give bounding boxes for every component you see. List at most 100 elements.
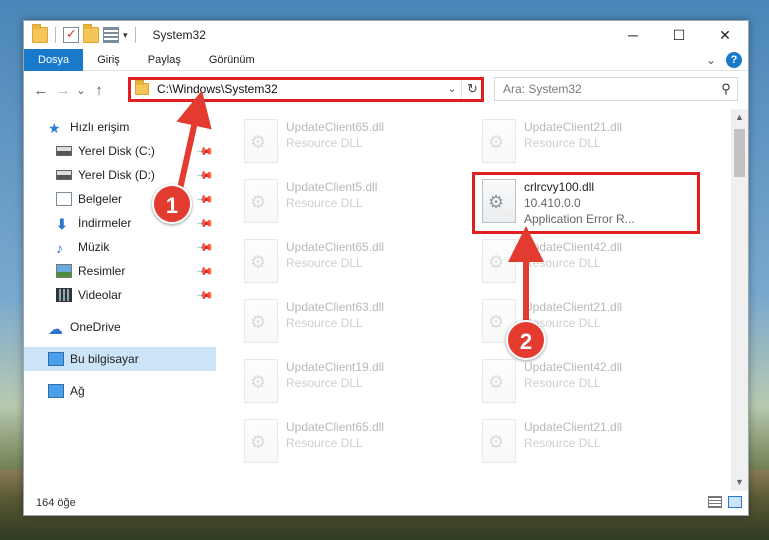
cloud-icon: ☁ <box>48 321 63 338</box>
explorer-body: ★ Hızlı erişim Yerel Disk (C:) 📌 Yerel D… <box>24 109 748 491</box>
window-controls: ─ ☐ ✕ <box>610 21 748 49</box>
search-icon[interactable]: ⚲ <box>715 81 737 97</box>
dll-file-icon <box>244 239 278 283</box>
new-folder-icon[interactable] <box>83 24 99 43</box>
file-type: Resource DLL <box>286 436 363 450</box>
details-view-icon[interactable] <box>708 496 722 508</box>
sidebar-item-label: İndirmeler <box>78 216 132 230</box>
file-type: Resource DLL <box>286 316 363 330</box>
list-item[interactable]: UpdateClient5.dll Resource DLL <box>236 175 466 227</box>
status-bar: 164 öğe <box>24 491 748 515</box>
file-type: Resource DLL <box>286 376 363 390</box>
list-item[interactable]: UpdateClient65.dll Resource DLL <box>236 115 466 167</box>
customize-toolbar-chevron-icon[interactable]: ▾ <box>123 30 128 41</box>
scroll-down-arrow-icon[interactable]: ▼ <box>731 474 748 491</box>
up-button[interactable]: ↑ <box>88 82 110 99</box>
tab-paylas[interactable]: Paylaş <box>134 49 195 71</box>
computer-icon <box>48 352 64 366</box>
address-dropdown-chevron-icon[interactable]: ⌄ <box>443 84 461 95</box>
dll-file-icon <box>244 299 278 343</box>
file-name: UpdateClient19.dll <box>286 360 385 374</box>
vertical-scrollbar[interactable]: ▲ ▼ <box>731 109 748 491</box>
pictures-icon <box>56 264 72 278</box>
tab-giris[interactable]: Giriş <box>83 49 134 71</box>
tab-dosya[interactable]: Dosya <box>24 48 84 71</box>
sidebar-item-label: Resimler <box>78 264 126 278</box>
downloads-icon: ⬇ <box>56 216 68 232</box>
folder-icon <box>32 24 48 43</box>
list-item[interactable]: UpdateClient42.dll Resource DLL <box>474 355 704 407</box>
step-1-badge: 1 <box>152 184 192 224</box>
item-count: 164 öğe <box>36 497 76 509</box>
file-name: UpdateClient42.dll <box>524 240 623 254</box>
search-placeholder[interactable]: Ara: System32 <box>503 82 715 96</box>
star-icon: ★ <box>48 120 61 136</box>
file-name: UpdateClient65.dll <box>286 120 385 134</box>
list-item[interactable]: UpdateClient63.dll Resource DLL <box>236 295 466 347</box>
sidebar-item-label: Yerel Disk (C:) <box>78 144 155 158</box>
step-2-badge: 2 <box>506 320 546 360</box>
address-path[interactable]: C:\Windows\System32 <box>157 82 443 96</box>
network-icon <box>48 384 64 398</box>
file-type: Resource DLL <box>286 196 363 210</box>
navigation-pane: ★ Hızlı erişim Yerel Disk (C:) 📌 Yerel D… <box>24 109 216 491</box>
disk-icon <box>56 170 72 180</box>
disk-icon <box>56 146 72 156</box>
dll-file-icon <box>244 419 278 463</box>
sidebar-item-disk-c[interactable]: Yerel Disk (C:) 📌 <box>24 139 216 163</box>
refresh-button[interactable]: ↻ <box>461 78 483 100</box>
selected-file-item[interactable]: crlrcvy100.dll 10.410.0.0 Application Er… <box>474 175 704 235</box>
pin-icon: 📌 <box>195 214 214 233</box>
back-button[interactable]: ← <box>30 82 52 99</box>
sidebar-item-music[interactable]: ♪ Müzik 📌 <box>24 235 216 259</box>
expand-ribbon-chevron-icon[interactable]: ⌄ <box>706 53 716 67</box>
window-title: System32 <box>152 28 206 42</box>
file-name: UpdateClient42.dll <box>524 360 623 374</box>
forward-button[interactable]: → <box>52 82 74 99</box>
sidebar-item-videos[interactable]: Videolar 📌 <box>24 283 216 307</box>
large-icons-view-icon[interactable] <box>728 496 742 508</box>
list-item[interactable]: UpdateClient21.dll Resource DLL <box>474 115 704 167</box>
close-button[interactable]: ✕ <box>702 21 748 49</box>
list-item[interactable]: UpdateClient19.dll Resource DLL <box>236 355 466 407</box>
sidebar-item-label: Yerel Disk (D:) <box>78 168 155 182</box>
search-box[interactable]: Ara: System32 ⚲ <box>494 77 738 101</box>
sidebar-item-this-pc[interactable]: Bu bilgisayar <box>24 347 216 371</box>
file-name: crlrcvy100.dll <box>524 180 595 194</box>
pin-icon: 📌 <box>195 190 214 209</box>
maximize-button[interactable]: ☐ <box>656 21 702 49</box>
dll-file-icon <box>482 359 516 403</box>
explorer-window: ▾ System32 ─ ☐ ✕ Dosya Giriş Paylaş Görü… <box>23 20 749 516</box>
tab-gorunum[interactable]: Görünüm <box>195 49 269 71</box>
file-type: Resource DLL <box>286 136 363 150</box>
list-item[interactable]: UpdateClient65.dll Resource DLL <box>236 415 466 467</box>
sidebar-item-label: OneDrive <box>70 320 121 334</box>
dll-file-icon <box>482 239 516 283</box>
properties-icon[interactable] <box>63 26 79 43</box>
sidebar-item-disk-d[interactable]: Yerel Disk (D:) 📌 <box>24 163 216 187</box>
view-options-icon[interactable] <box>103 27 119 43</box>
sidebar-item-label: Belgeler <box>78 192 123 206</box>
toolbar-divider <box>134 27 136 43</box>
folder-icon <box>135 80 149 95</box>
recent-locations-chevron-icon[interactable]: ⌄ <box>74 84 88 97</box>
help-icon[interactable]: ? <box>726 52 742 68</box>
file-name: UpdateClient65.dll <box>286 240 385 254</box>
sidebar-item-pictures[interactable]: Resimler 📌 <box>24 259 216 283</box>
sidebar-item-onedrive[interactable]: ☁ OneDrive <box>24 315 216 339</box>
address-bar[interactable]: C:\Windows\System32 ⌄ ↻ <box>128 77 484 101</box>
file-version: 10.410.0.0 <box>524 196 581 210</box>
sidebar-item-quick-access[interactable]: ★ Hızlı erişim <box>24 115 216 139</box>
pin-icon: 📌 <box>195 166 214 185</box>
list-item[interactable]: UpdateClient21.dll Resource DLL <box>474 415 704 467</box>
list-item[interactable]: UpdateClient42.dll Resource DLL <box>474 235 704 287</box>
scroll-up-arrow-icon[interactable]: ▲ <box>731 109 748 126</box>
dll-file-icon <box>482 419 516 463</box>
file-type: Application Error R... <box>524 212 635 226</box>
music-icon: ♪ <box>56 240 63 256</box>
list-item[interactable]: UpdateClient65.dll Resource DLL <box>236 235 466 287</box>
file-type: Resource DLL <box>524 436 601 450</box>
sidebar-item-network[interactable]: Ağ <box>24 379 216 403</box>
scrollbar-thumb[interactable] <box>734 129 745 177</box>
minimize-button[interactable]: ─ <box>610 21 656 49</box>
